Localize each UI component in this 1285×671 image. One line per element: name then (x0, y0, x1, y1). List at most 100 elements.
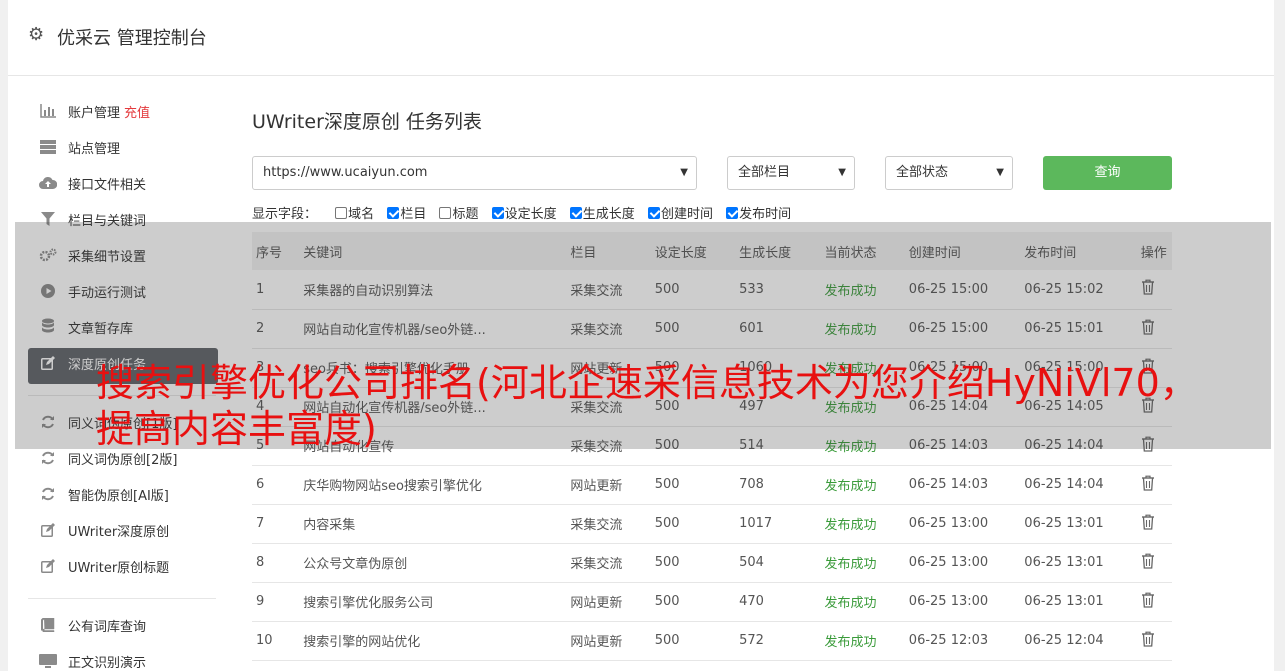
actions-cell (1136, 621, 1172, 661)
table-row: 7 内容采集 采集交流 500 1017 发布成功 06-25 13:00 06-25 13:… (252, 504, 1172, 544)
field-label: 设定长度 (504, 207, 557, 222)
cloud-upload-icon (38, 168, 58, 204)
sidebar-item-label: 公有词库查询 (68, 620, 147, 635)
gear-icon: ⚙ (28, 24, 45, 45)
table-cell: 公众号文章伪原创 (299, 543, 567, 583)
table-cell: 504 (735, 543, 821, 583)
table-cell: 06-25 13:00 (904, 582, 1021, 622)
status-select[interactable]: 全部状态 ▼ (885, 156, 1013, 190)
table-cell: 9 (252, 582, 300, 622)
actions-cell (1136, 582, 1172, 622)
app-title: 优采云 管理控制台 (57, 28, 207, 49)
table-row: 10 搜索引擎的网站优化 网站更新 500 572 发布成功 06-25 12:03 06-2… (252, 621, 1172, 661)
table-cell: 06-25 14:03 (904, 465, 1021, 505)
sidebar-item-uwriter-title[interactable]: UWriter原创标题 (28, 551, 218, 587)
field-label: 域名 (348, 207, 375, 222)
query-button[interactable]: 查询 (1043, 156, 1172, 190)
recharge-link[interactable]: 充值 (124, 106, 150, 121)
display-fields-label: 显示字段： (252, 207, 318, 222)
table-cell: 500 (650, 582, 736, 622)
actions-cell (1136, 465, 1172, 505)
table-cell: 500 (650, 504, 736, 544)
table-cell: 采集交流 (566, 543, 651, 583)
table-row: 9 搜索引擎优化服务公司 网站更新 500 470 发布成功 06-25 13:00 06-2… (252, 582, 1172, 622)
table-cell: 采集交流 (566, 504, 651, 544)
watermark-text: 搜索引擎优化公司排名(河北企速采信息技术为您介绍HyNiVl70，提高内容丰富度… (96, 361, 1198, 451)
actions-cell (1136, 543, 1172, 583)
table-cell: 网站更新 (566, 582, 651, 622)
bar-chart-icon (38, 96, 58, 132)
table-cell: 10 (252, 621, 300, 661)
sidebar-item-public-lexicon[interactable]: 公有词库查询 (28, 610, 218, 646)
field-toggle-created[interactable]: 创建时间 (647, 203, 713, 222)
checkbox[interactable] (439, 207, 452, 219)
field-toggle-title[interactable]: 标题 (439, 203, 478, 222)
column-select[interactable]: 全部栏目 ▼ (727, 156, 855, 190)
table-row: 8 公众号文章伪原创 采集交流 500 504 发布成功 06-25 13:00 06-25 … (252, 543, 1172, 583)
chevron-down-icon: ▼ (680, 167, 688, 178)
trash-icon[interactable] (1141, 553, 1155, 569)
checkbox[interactable] (569, 207, 582, 219)
status-cell: 发布成功 (820, 621, 905, 661)
checkbox[interactable] (387, 207, 400, 219)
sidebar-item-label: 账户管理 (68, 106, 121, 121)
table-cell: 网站更新 (566, 621, 651, 661)
table-cell: 06-25 12:04 (1020, 621, 1137, 661)
sidebar-item-label: 智能伪原创[AI版] (68, 489, 169, 504)
sidebar-item-smart-ai[interactable]: 智能伪原创[AI版] (28, 479, 218, 515)
sidebar-item-account[interactable]: 账户管理 充值 (28, 96, 218, 132)
chevron-down-icon: ▼ (838, 167, 846, 178)
table-cell: 06-25 12:03 (904, 621, 1021, 661)
sidebar-item-label: 正文识别演示 (68, 656, 147, 671)
edit-icon (38, 515, 58, 551)
checkbox[interactable] (335, 207, 348, 219)
field-toggle-set-length[interactable]: 设定长度 (491, 203, 557, 222)
field-toggle-gen-length[interactable]: 生成长度 (569, 203, 635, 222)
table-cell: 572 (735, 621, 821, 661)
table-cell: 搜索引擎的网站优化 (299, 621, 567, 661)
site-select-value: https://www.ucaiyun.com (263, 165, 428, 180)
refresh-icon (38, 479, 58, 515)
table-cell: 搜索引擎优化服务公司 (299, 582, 567, 622)
trash-icon[interactable] (1141, 592, 1155, 608)
table-cell: 06-25 13:01 (1020, 582, 1137, 622)
top-header: ⚙ 优采云 管理控制台 (8, 0, 1274, 76)
trash-icon[interactable] (1141, 514, 1155, 530)
status-cell: 发布成功 (820, 543, 905, 583)
book-icon (38, 610, 58, 646)
table-row: 6 庆华购物网站seo搜索引擎优化 网站更新 500 708 发布成功 06-25 14:0… (252, 465, 1172, 505)
chevron-down-icon: ▼ (996, 167, 1004, 178)
actions-cell (1136, 504, 1172, 544)
display-fields: 显示字段： 域名 栏目 标题 设定长度 生成长度 创建时间 发布时间 (252, 203, 800, 222)
page-title: UWriter深度原创 任务列表 (252, 111, 482, 133)
table-cell: 06-25 13:00 (904, 504, 1021, 544)
trash-icon[interactable] (1141, 475, 1155, 491)
status-cell: 发布成功 (820, 465, 905, 505)
edit-icon (38, 551, 58, 587)
sidebar-item-uwriter-deep[interactable]: UWriter深度原创 (28, 515, 218, 551)
server-icon (38, 132, 58, 168)
sidebar-item-sites[interactable]: 站点管理 (28, 132, 218, 168)
table-cell: 1017 (735, 504, 821, 544)
sidebar-item-text-recognition[interactable]: 正文识别演示 (28, 646, 218, 671)
sidebar-divider (28, 598, 216, 599)
field-toggle-published[interactable]: 发布时间 (726, 203, 791, 222)
field-toggle-column[interactable]: 栏目 (387, 203, 426, 222)
table-cell: 内容采集 (299, 504, 567, 544)
checkbox[interactable] (726, 207, 739, 219)
site-select[interactable]: https://www.ucaiyun.com ▼ (252, 156, 697, 190)
sidebar-item-interface-files[interactable]: 接口文件相关 (28, 168, 218, 204)
checkbox[interactable] (647, 207, 660, 219)
field-label: 创建时间 (660, 207, 713, 222)
table-cell: 7 (252, 504, 300, 544)
table-cell: 06-25 13:01 (1020, 504, 1137, 544)
sidebar-item-label: 接口文件相关 (68, 178, 147, 193)
checkbox[interactable] (491, 207, 504, 219)
table-cell: 470 (735, 582, 821, 622)
table-cell: 8 (252, 543, 300, 583)
table-cell: 06-25 13:01 (1020, 543, 1137, 583)
trash-icon[interactable] (1141, 631, 1155, 647)
monitor-icon (38, 646, 58, 671)
field-toggle-domain[interactable]: 域名 (335, 203, 374, 222)
table-cell: 708 (735, 465, 821, 505)
